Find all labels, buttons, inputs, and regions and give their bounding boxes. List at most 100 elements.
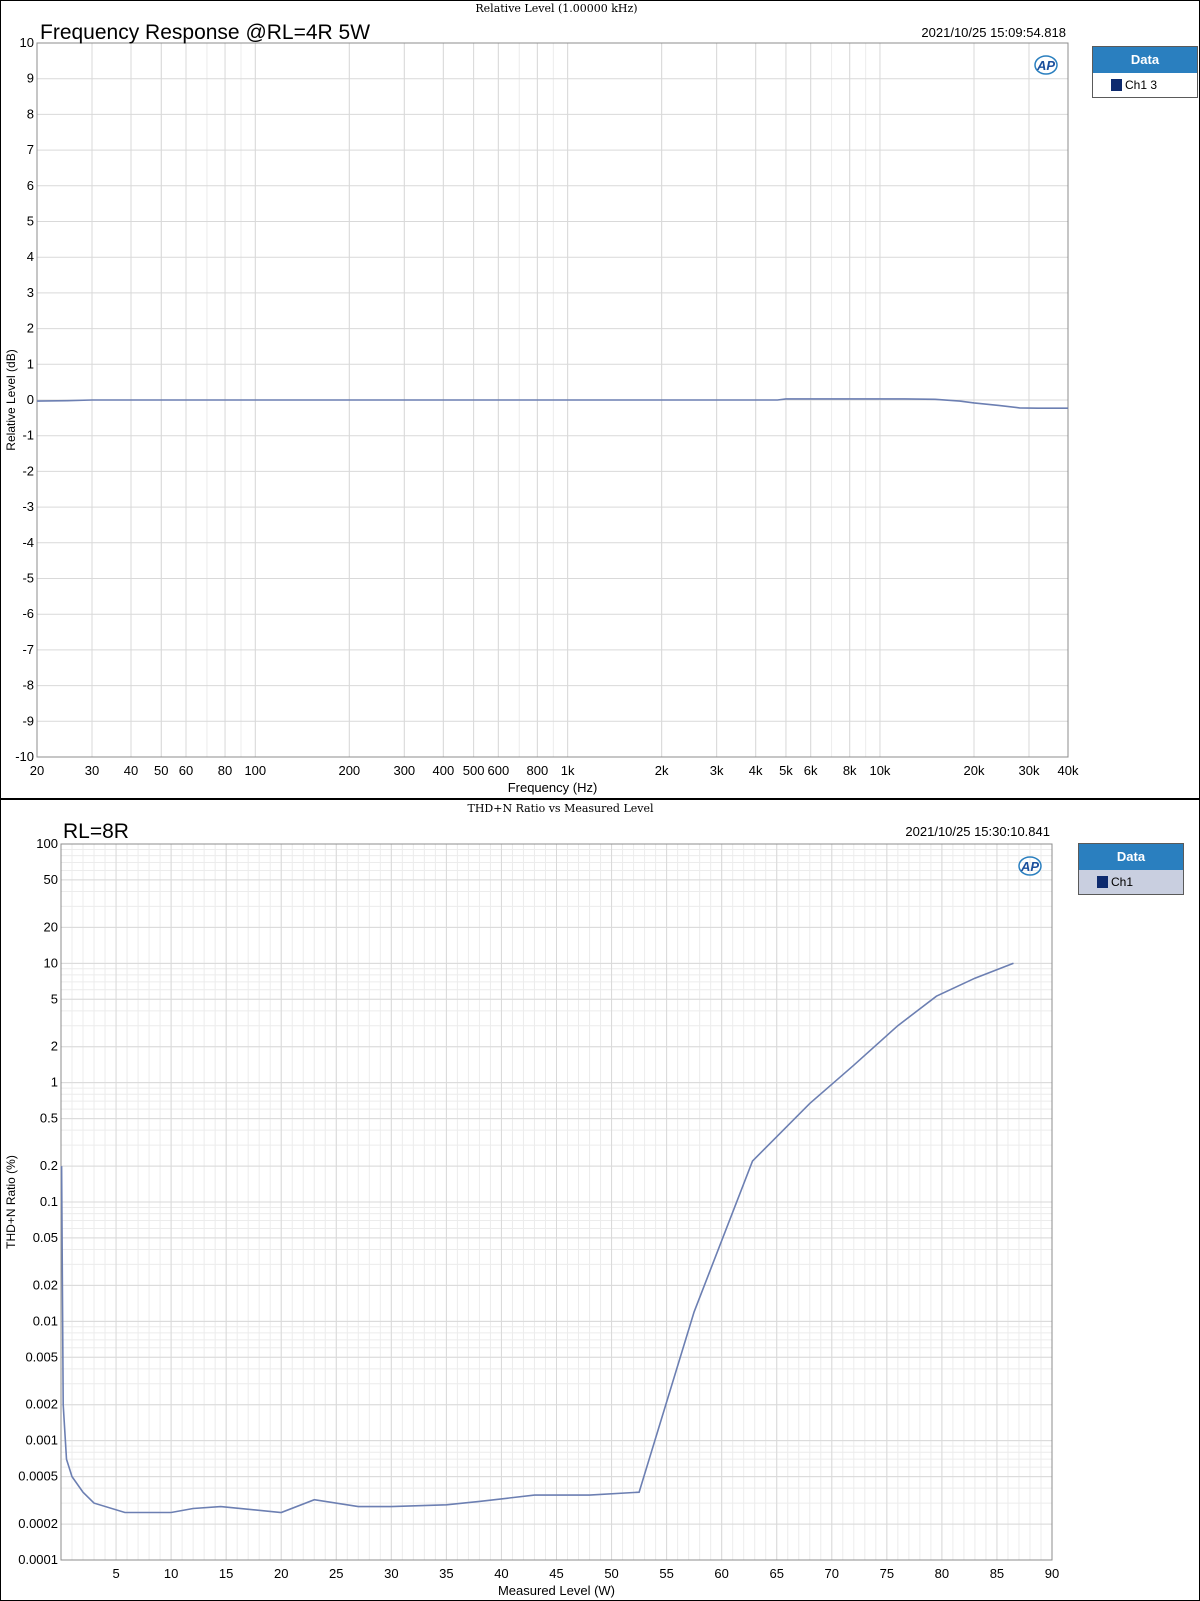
ap-logo-text: AP <box>1020 859 1039 874</box>
y-tick-label: 100 <box>36 836 58 851</box>
chart-header: Relative Level (1.00000 kHz) <box>475 2 637 15</box>
y-tick-label: 0.0002 <box>18 1516 58 1531</box>
x-tick-label: 10 <box>164 1566 178 1581</box>
x-tick-label: 70 <box>825 1566 839 1581</box>
x-tick-label: 400 <box>432 763 454 778</box>
chart-header: THD+N Ratio vs Measured Level <box>467 802 653 815</box>
x-tick-label: 90 <box>1045 1566 1059 1581</box>
x-tick-label: 4k <box>749 763 763 778</box>
y-axis-label: THD+N Ratio (%) <box>4 1155 18 1249</box>
x-tick-label: 5 <box>112 1566 119 1581</box>
x-tick-label: 500 <box>463 763 485 778</box>
y-tick-label: 0 <box>27 392 34 407</box>
y-tick-label: 50 <box>44 872 58 887</box>
y-tick-label: 10 <box>44 955 58 970</box>
chart-timestamp: 2021/10/25 15:30:10.841 <box>905 824 1050 839</box>
x-tick-label: 40 <box>124 763 138 778</box>
y-tick-label: -3 <box>22 499 34 514</box>
x-tick-label: 2k <box>655 763 669 778</box>
chart-title: RL=8R <box>63 820 129 843</box>
y-tick-label: 0.01 <box>33 1313 58 1328</box>
x-tick-label: 800 <box>527 763 549 778</box>
x-axis-label: Frequency (Hz) <box>508 780 598 795</box>
thd-n-panel: 5 10 15 20 25 30 35 40 45 50 55 60 65 70 75 80 85 90 0.000… <box>0 798 1200 1601</box>
y-tick-label: 7 <box>27 142 34 157</box>
y-tick-label: -9 <box>22 713 34 728</box>
y-tick-label: 9 <box>27 71 34 86</box>
legend-header: Data <box>1093 47 1197 73</box>
x-tick-label: 80 <box>935 1566 949 1581</box>
x-tick-label: 100 <box>244 763 266 778</box>
y-tick-label: 0.005 <box>25 1349 58 1364</box>
y-tick-label: -10 <box>15 749 34 764</box>
x-axis-label: Measured Level (W) <box>498 1583 615 1598</box>
series-swatch <box>1097 876 1108 888</box>
x-tick-label: 35 <box>439 1566 453 1581</box>
y-tick-label: 0.2 <box>40 1158 58 1173</box>
y-tick-label: -5 <box>22 571 34 586</box>
y-tick-label: -2 <box>22 463 34 478</box>
x-tick-label: 85 <box>990 1566 1004 1581</box>
y-tick-label: 0.0001 <box>18 1552 58 1567</box>
x-tick-label: 300 <box>393 763 415 778</box>
x-tick-label: 30 <box>384 1566 398 1581</box>
y-tick-label: 0.02 <box>33 1277 58 1292</box>
legend-panel: Data Ch1 3 <box>1092 46 1198 98</box>
frequency-response-panel: 20 30 40 50 60 80 100 200 300 400 500 600 800 1k 2k 3k 4… <box>0 0 1200 800</box>
x-tick-label: 30 <box>85 763 99 778</box>
x-tick-label: 60 <box>179 763 193 778</box>
x-tick-label: 20k <box>963 763 984 778</box>
y-tick-label: 10 <box>20 35 34 50</box>
x-tick-label: 3k <box>710 763 724 778</box>
x-tick-label: 45 <box>549 1566 563 1581</box>
y-tick-label: 0.5 <box>40 1111 58 1126</box>
x-tick-label: 55 <box>659 1566 673 1581</box>
y-tick-label: 0.05 <box>33 1230 58 1245</box>
y-tick-label: 0.001 <box>25 1433 58 1448</box>
y-tick-label: -7 <box>22 642 34 657</box>
y-tick-label: 0.0005 <box>18 1469 58 1484</box>
x-tick-label: 50 <box>154 763 168 778</box>
x-tick-label: 20 <box>30 763 44 778</box>
x-tick-label: 5k <box>779 763 793 778</box>
thd-n-chart: 5 10 15 20 25 30 35 40 45 50 55 60 65 70 75 80 85 900.000… <box>4 802 1059 1598</box>
frequency-response-chart: 20 30 40 50 60 80 100 200 300 400 500 600 800 1k 2k 3k 4… <box>4 2 1079 795</box>
chart-title: Frequency Response @RL=4R 5W <box>40 21 370 44</box>
y-tick-label: 1 <box>51 1075 58 1090</box>
legend-entry[interactable]: Ch1 3 <box>1093 73 1197 97</box>
y-tick-label: 20 <box>44 919 58 934</box>
x-tick-label: 8k <box>843 763 857 778</box>
y-tick-label: -4 <box>22 535 34 550</box>
x-tick-label: 15 <box>219 1566 233 1581</box>
legend-header: Data <box>1079 844 1183 870</box>
y-tick-label: -6 <box>22 606 34 621</box>
x-tick-label: 50 <box>604 1566 618 1581</box>
y-tick-label: 5 <box>51 991 58 1006</box>
x-tick-label: 30k <box>1018 763 1039 778</box>
y-tick-label: 2 <box>27 321 34 336</box>
x-tick-label: 80 <box>218 763 232 778</box>
legend-panel: Data Ch1 <box>1078 843 1184 895</box>
y-tick-label: -1 <box>22 428 34 443</box>
y-axis-label: Relative Level (dB) <box>4 349 18 450</box>
y-tick-label: -8 <box>22 678 34 693</box>
y-tick-label: 5 <box>27 214 34 229</box>
x-tick-label: 40 <box>494 1566 508 1581</box>
series-swatch <box>1111 79 1122 91</box>
x-tick-label: 200 <box>338 763 360 778</box>
x-tick-label: 60 <box>714 1566 728 1581</box>
x-tick-label: 75 <box>880 1566 894 1581</box>
y-tick-label: 3 <box>27 285 34 300</box>
ap-logo-text: AP <box>1036 58 1055 73</box>
y-tick-label: 0.1 <box>40 1194 58 1209</box>
chart-timestamp: 2021/10/25 15:09:54.818 <box>921 25 1066 40</box>
legend-label: Ch1 <box>1111 875 1134 889</box>
x-tick-label: 40k <box>1058 763 1079 778</box>
x-tick-label: 10k <box>869 763 890 778</box>
x-tick-label: 1k <box>561 763 575 778</box>
x-tick-label: 600 <box>487 763 509 778</box>
x-tick-label: 65 <box>769 1566 783 1581</box>
legend-entry[interactable]: Ch1 <box>1079 870 1183 894</box>
y-tick-label: 8 <box>27 106 34 121</box>
y-tick-label: 4 <box>27 249 34 264</box>
